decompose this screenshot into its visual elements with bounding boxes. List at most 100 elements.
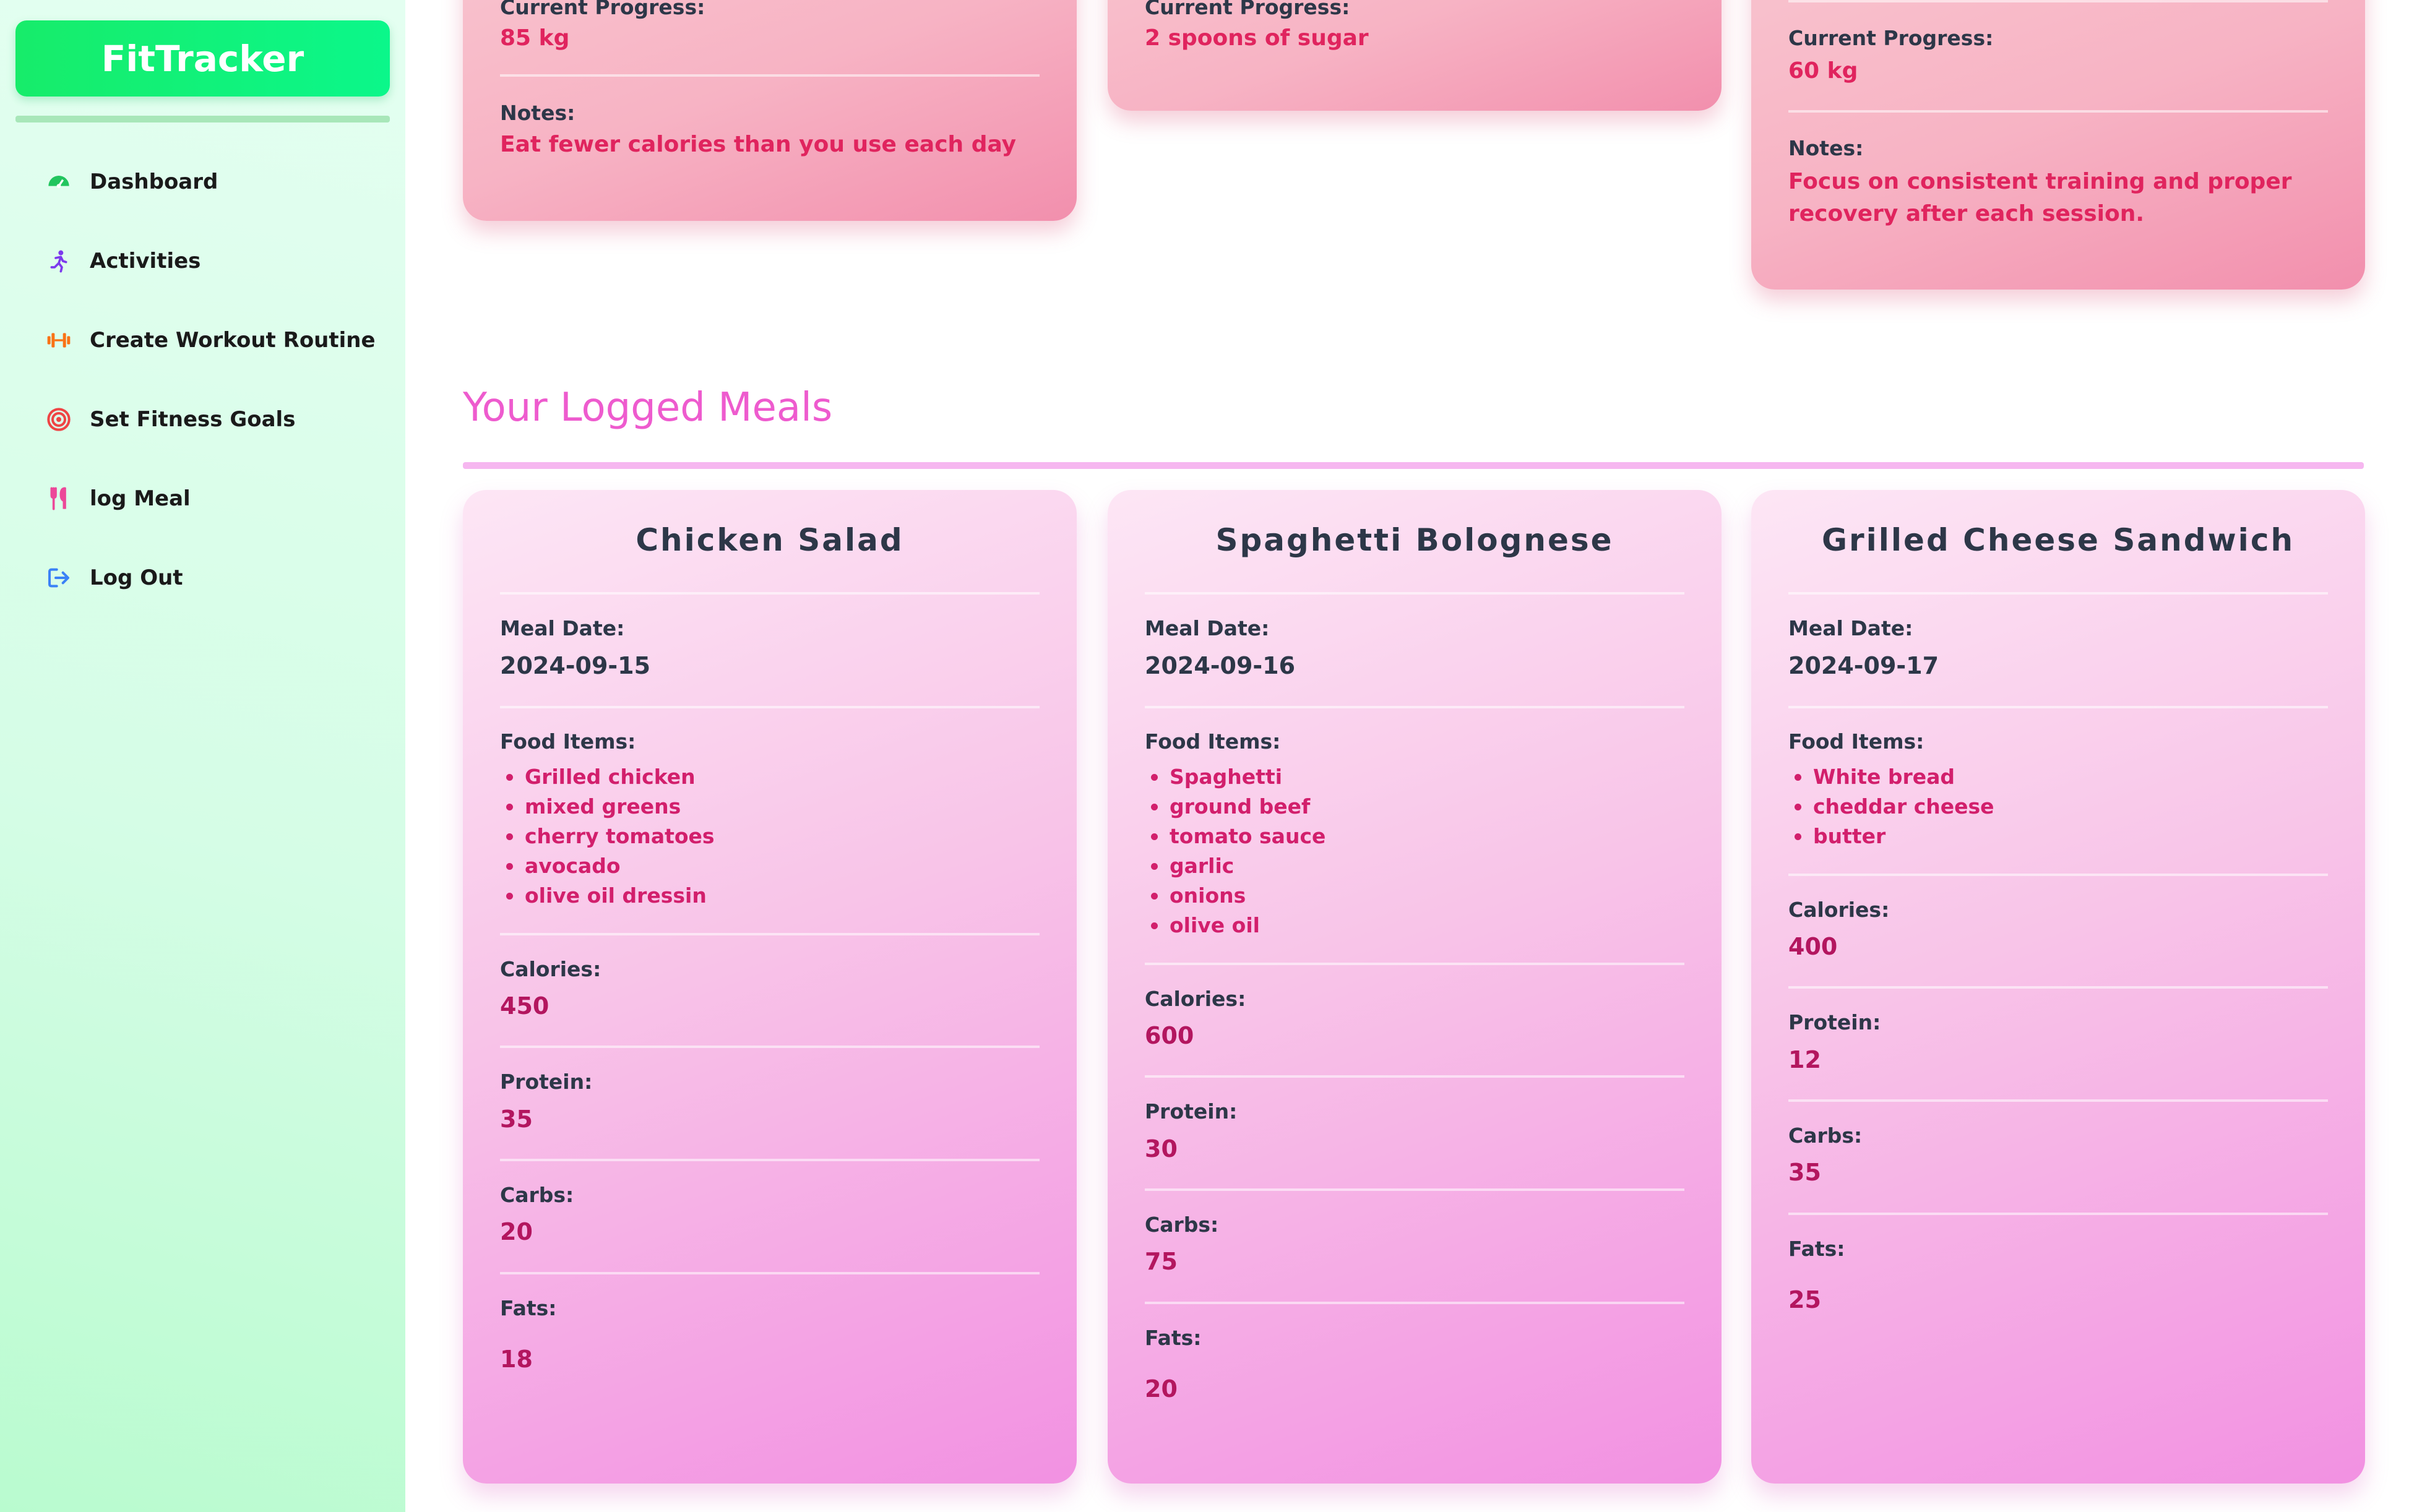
divider (500, 933, 1040, 935)
sidebar-item-label: Create Workout Routine (90, 328, 376, 353)
protein-value: 30 (1145, 1135, 1178, 1162)
list-item: olive oil (1145, 911, 1325, 940)
notes-value: Eat fewer calories than you use each day (500, 132, 1017, 157)
food-items-label: Food Items: (1145, 729, 1281, 754)
carbs-value: 20 (500, 1218, 533, 1245)
meal-card: Spaghetti Bolognese Meal Date: 2024-09-1… (1108, 490, 1722, 1484)
goal-card: Current Progress: 60 kg Notes: Focus on … (1751, 0, 2365, 290)
food-items-list: Spaghetti ground beef tomato sauce garli… (1145, 762, 1325, 940)
carbs-value: 75 (1145, 1248, 1178, 1275)
divider (1145, 592, 1684, 595)
meal-card: Grilled Cheese Sandwich Meal Date: 2024-… (1751, 490, 2365, 1484)
list-item: mixed greens (500, 792, 715, 822)
divider (1145, 1302, 1684, 1304)
goal-card: Current Progress: 85 kg Notes: Eat fewer… (463, 0, 1077, 221)
sidebar-item-log-out[interactable]: Log Out (15, 547, 390, 609)
meal-date-value: 2024-09-15 (500, 652, 651, 679)
calories-label: Calories: (1788, 898, 1890, 922)
divider (1788, 986, 2328, 989)
sidebar-item-set-fitness-goals[interactable]: Set Fitness Goals (15, 389, 390, 450)
food-items-list: White bread cheddar cheese butter (1788, 762, 1994, 851)
calories-value: 400 (1788, 933, 1838, 960)
divider (500, 706, 1040, 708)
running-person-icon (46, 249, 71, 273)
divider (500, 1046, 1040, 1048)
calories-label: Calories: (1145, 987, 1246, 1011)
divider (500, 592, 1040, 595)
protein-label: Protein: (1788, 1010, 1881, 1034)
brand-divider (15, 116, 390, 122)
sidebar-item-log-meal[interactable]: log Meal (15, 468, 390, 530)
protein-value: 35 (500, 1106, 533, 1133)
fats-label: Fats: (1145, 1326, 1202, 1350)
protein-label: Protein: (1145, 1099, 1238, 1123)
divider (500, 1272, 1040, 1274)
meal-date-label: Meal Date: (1145, 616, 1270, 640)
list-item: avocado (500, 851, 715, 881)
fats-label: Fats: (1788, 1237, 1845, 1261)
calories-label: Calories: (500, 957, 601, 981)
sidebar-item-label: Log Out (90, 565, 183, 590)
meal-title: Grilled Cheese Sandwich (1821, 522, 2295, 558)
dumbbell-icon (46, 328, 71, 353)
divider (1788, 110, 2328, 113)
list-item: cheddar cheese (1788, 792, 1994, 822)
list-item: ground beef (1145, 792, 1325, 822)
list-item: onions (1145, 881, 1325, 911)
sidebar: FitTracker Dashboard Activities Create W… (0, 0, 405, 1512)
list-item: Spaghetti (1145, 762, 1325, 792)
fats-label: Fats: (500, 1296, 557, 1320)
brand-logo[interactable]: FitTracker (15, 20, 390, 97)
fats-value: 18 (500, 1346, 533, 1373)
progress-value: 2 spoons of sugar (1145, 25, 1369, 51)
carbs-value: 35 (1788, 1159, 1821, 1186)
sidebar-item-label: Set Fitness Goals (90, 407, 296, 432)
list-item: garlic (1145, 851, 1325, 881)
sidebar-item-create-workout-routine[interactable]: Create Workout Routine (15, 309, 390, 371)
fats-value: 25 (1788, 1286, 1821, 1313)
carbs-label: Carbs: (1788, 1123, 1863, 1148)
progress-label: Current Progress: (1145, 0, 1350, 19)
divider (1788, 1213, 2328, 1215)
sidebar-item-label: Dashboard (90, 170, 218, 194)
meal-date-value: 2024-09-17 (1788, 652, 1939, 679)
food-items-list: Grilled chicken mixed greens cherry toma… (500, 762, 715, 911)
progress-value: 85 kg (500, 25, 570, 51)
food-items-label: Food Items: (500, 729, 636, 754)
protein-label: Protein: (500, 1070, 593, 1094)
divider (1788, 706, 2328, 708)
sidebar-item-dashboard[interactable]: Dashboard (15, 151, 390, 213)
carbs-label: Carbs: (500, 1183, 574, 1207)
divider (1145, 1188, 1684, 1191)
list-item: White bread (1788, 762, 1994, 792)
list-item: Grilled chicken (500, 762, 715, 792)
list-item: cherry tomatoes (500, 822, 715, 851)
divider (1145, 706, 1684, 708)
divider (1788, 592, 2328, 595)
divider (500, 1159, 1040, 1161)
calories-value: 600 (1145, 1022, 1194, 1049)
progress-value: 60 kg (1788, 58, 1858, 84)
section-divider (463, 462, 2364, 469)
notes-label: Notes: (1788, 136, 1864, 160)
meal-title: Chicken Salad (636, 522, 904, 558)
progress-label: Current Progress: (500, 0, 705, 19)
progress-label: Current Progress: (1788, 26, 1994, 50)
meal-date-value: 2024-09-16 (1145, 652, 1296, 679)
meal-date-label: Meal Date: (1788, 616, 1913, 640)
divider (1788, 874, 2328, 876)
meal-title: Spaghetti Bolognese (1215, 522, 1614, 558)
divider (1788, 0, 2328, 2)
meal-date-label: Meal Date: (500, 616, 625, 640)
logout-icon (46, 565, 71, 590)
food-items-label: Food Items: (1788, 729, 1924, 754)
divider (1788, 1099, 2328, 1102)
section-title: Your Logged Meals (463, 385, 833, 431)
target-icon (46, 407, 71, 432)
sidebar-item-activities[interactable]: Activities (15, 230, 390, 292)
divider (1145, 963, 1684, 965)
list-item: olive oil dressin (500, 881, 715, 911)
notes-value: Focus on consistent training and proper … (1788, 169, 2292, 226)
meal-card: Chicken Salad Meal Date: 2024-09-15 Food… (463, 490, 1077, 1484)
goal-card: Current Progress: 2 spoons of sugar (1108, 0, 1722, 111)
